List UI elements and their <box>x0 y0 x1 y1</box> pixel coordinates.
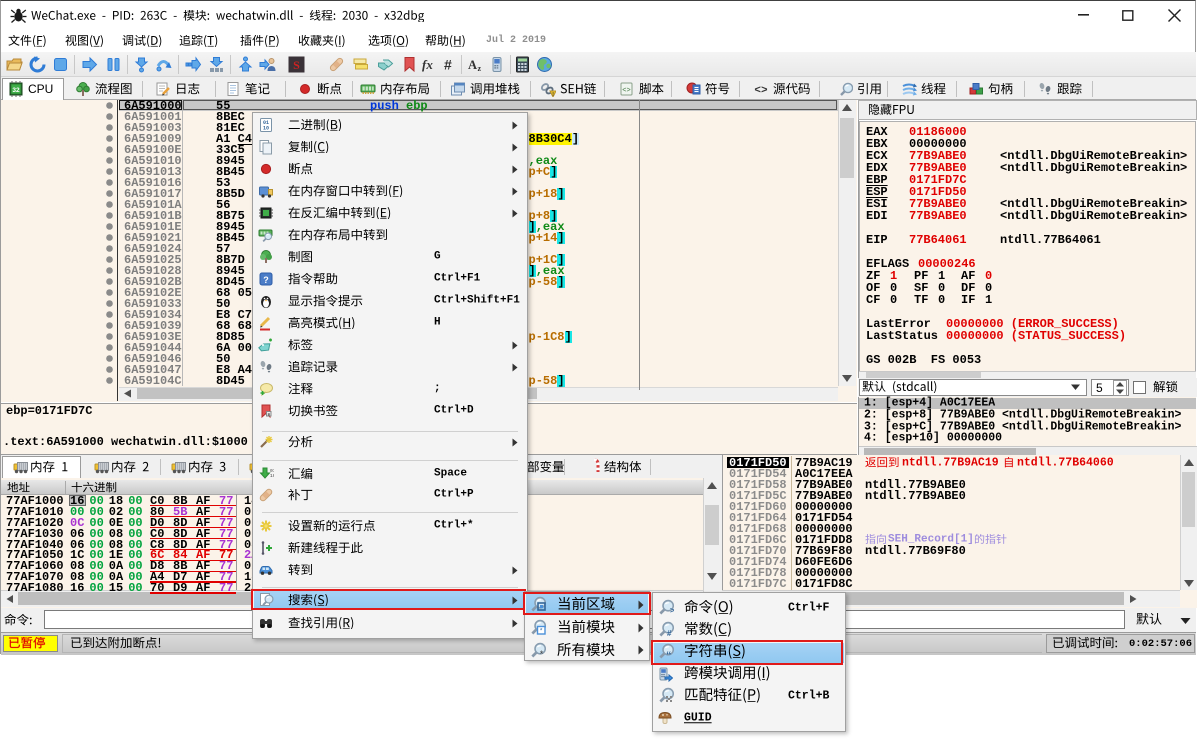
svg-text:?: ? <box>263 275 269 285</box>
svg-text:<>: <> <box>622 87 630 95</box>
svg-text:A: A <box>468 58 477 72</box>
svg-text:S: S <box>293 58 300 72</box>
svg-text:#: # <box>667 629 672 638</box>
svg-text:<>: <> <box>754 85 768 97</box>
svg-text:10: 10 <box>263 126 269 132</box>
svg-text:#: # <box>444 57 452 73</box>
svg-text:z: z <box>478 64 482 73</box>
svg-text:*: * <box>540 649 544 659</box>
svg-text:fx: fx <box>422 57 433 72</box>
svg-text:10: 10 <box>270 473 274 479</box>
svg-text:>: > <box>670 606 674 615</box>
svg-text:32: 32 <box>12 87 20 94</box>
